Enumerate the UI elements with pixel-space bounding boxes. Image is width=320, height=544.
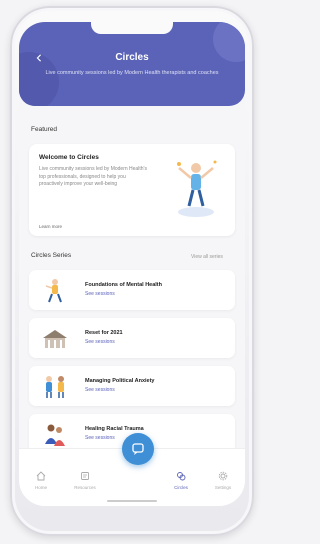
app-screen: Circles Live community sessions led by M… (19, 22, 245, 506)
see-sessions-link[interactable]: See sessions (85, 291, 115, 297)
series-item-title: Healing Racial Trauma (85, 426, 144, 432)
settings-icon (218, 471, 228, 481)
series-label: Circles Series (31, 252, 72, 259)
see-sessions-link[interactable]: See sessions (85, 435, 115, 441)
chat-fab-button[interactable] (122, 433, 154, 465)
series-item[interactable]: Managing Political Anxiety See sessions (29, 366, 235, 406)
home-icon (36, 471, 46, 481)
series-item-title: Reset for 2021 (85, 330, 123, 336)
phone-notch (91, 22, 173, 34)
resources-icon (81, 472, 89, 480)
tab-label: Circles (174, 485, 188, 490)
people-group-icon (45, 424, 65, 446)
series-item-title: Managing Political Anxiety (85, 378, 155, 384)
series-item[interactable]: Foundations of Mental Health See session… (29, 270, 235, 310)
featured-label: Featured (31, 126, 58, 133)
series-item[interactable]: Reset for 2021 See sessions (29, 318, 235, 358)
person-meditating-icon (45, 279, 62, 303)
featured-card-title: Welcome to Circles (39, 154, 99, 161)
see-sessions-link[interactable]: See sessions (85, 387, 115, 393)
bottom-tab-bar: Home Resources Circles Settings (19, 433, 245, 506)
view-all-link[interactable]: View all series (191, 254, 223, 260)
see-sessions-link[interactable]: See sessions (85, 339, 115, 345)
tab-circles[interactable]: Circles (161, 471, 201, 490)
chat-icon (132, 443, 144, 455)
series-item-title: Foundations of Mental Health (85, 282, 162, 288)
tab-resources[interactable]: Resources (65, 471, 105, 490)
tab-label: Resources (74, 485, 96, 490)
featured-card-description: Live community sessions led by Modern He… (39, 166, 147, 187)
learn-more-link[interactable]: Learn more (39, 224, 62, 229)
building-icon (43, 330, 67, 348)
tab-settings[interactable]: Settings (203, 471, 243, 490)
header: Circles Live community sessions led by M… (19, 22, 245, 106)
page-title: Circles (115, 52, 149, 63)
home-indicator (107, 500, 157, 502)
tab-label: Settings (214, 485, 232, 490)
tab-home[interactable]: Home (21, 471, 61, 490)
featured-card[interactable]: Welcome to Circles Live community sessio… (29, 144, 235, 236)
meditation-illustration (177, 160, 217, 217)
people-talking-icon (46, 376, 64, 398)
page-subtitle: Live community sessions led by Modern He… (45, 70, 219, 76)
tab-label: Home (34, 485, 47, 490)
circles-icon (177, 472, 186, 481)
